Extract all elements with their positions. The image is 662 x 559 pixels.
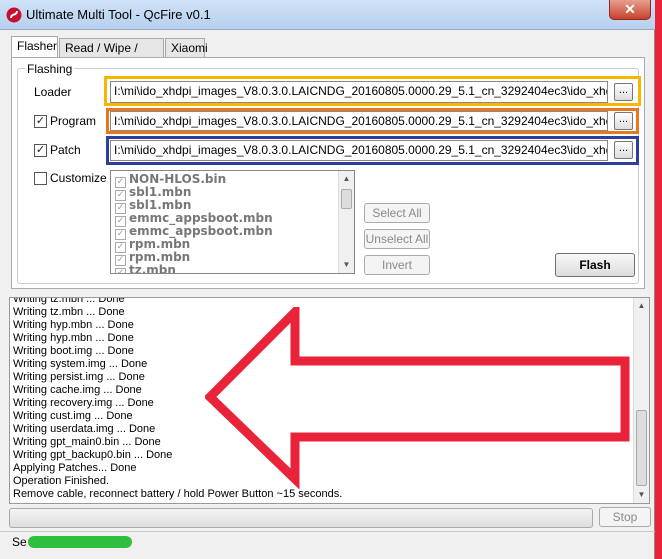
log-line: Writing persist.img ... Done xyxy=(13,371,145,383)
log-output[interactable]: Writing tz.mbn ... Done Writing tz.mbn .… xyxy=(9,297,650,504)
program-path-input[interactable]: I:\mi\ido_xhdpi_images_V8.0.3.0.LAICNDG_… xyxy=(110,111,608,131)
list-item[interactable]: ✓ tz.mbn xyxy=(115,263,176,273)
log-line: Remove cable, reconnect battery / hold P… xyxy=(13,488,343,500)
patch-label: Patch xyxy=(50,143,81,157)
log-scrollbar[interactable]: ▲ ▼ xyxy=(633,298,649,503)
program-browse-button[interactable]: ... xyxy=(614,112,633,130)
program-label: Program xyxy=(50,114,97,128)
scroll-thumb[interactable] xyxy=(636,410,647,486)
log-line: Writing recovery.img ... Done xyxy=(13,397,154,409)
log-line: Writing cache.img ... Done xyxy=(13,384,142,396)
log-line: Writing hyp.mbn ... Done xyxy=(13,332,134,344)
list-item[interactable]: ✓ sbl1.mbn xyxy=(115,185,191,201)
window-title: Ultimate Multi Tool - QcFire v0.1 xyxy=(26,7,211,22)
tab-xiaomi[interactable]: Xiaomi xyxy=(165,38,208,58)
patch-browse-button[interactable]: ... xyxy=(614,141,633,159)
list-item[interactable]: ✓ rpm.mbn xyxy=(115,250,190,266)
qcfire-logo-icon xyxy=(6,7,22,23)
loader-label: Loader xyxy=(34,85,72,99)
customize-label: Customize xyxy=(50,171,107,185)
status-text: Se xyxy=(12,535,27,549)
log-line: Writing gpt_backup0.bin ... Done xyxy=(13,449,173,461)
title-bar: Ultimate Multi Tool - QcFire v0.1 ✕ xyxy=(0,0,655,30)
flashing-group-label: Flashing xyxy=(25,62,75,76)
log-line: Operation Finished. xyxy=(13,475,109,487)
scroll-up-icon[interactable]: ▲ xyxy=(339,171,354,187)
checkmark-icon: ✓ xyxy=(35,115,46,127)
list-item[interactable]: ✓ emmc_appsboot.mbn xyxy=(115,224,273,240)
log-line: Writing hyp.mbn ... Done xyxy=(13,319,134,331)
app-window: Ultimate Multi Tool - QcFire v0.1 ✕ Flas… xyxy=(0,0,655,559)
checkmark-icon: ✓ xyxy=(35,144,46,156)
progress-bar xyxy=(9,508,593,528)
log-line: Writing userdata.img ... Done xyxy=(13,423,156,435)
partition-list[interactable]: ✓ NON-HLOS.bin ✓ sbl1.mbn ✓ sbl1.mbn ✓ emmc_… xyxy=(110,170,355,274)
log-line: Writing tz.mbn ... Done xyxy=(13,297,125,305)
close-icon: ✕ xyxy=(624,1,636,17)
scroll-up-icon[interactable]: ▲ xyxy=(634,298,649,314)
log-line: Writing system.img ... Done xyxy=(13,358,148,370)
log-line: Writing gpt_main0.bin ... Done xyxy=(13,436,161,448)
log-line: Writing boot.img ... Done xyxy=(13,345,134,357)
tab-read-wipe-frp[interactable]: Read / Wipe / FRP xyxy=(59,38,164,69)
select-all-button[interactable]: Select All xyxy=(364,203,430,223)
loader-browse-button[interactable]: ... xyxy=(614,83,633,101)
log-line: Writing tz.mbn ... Done xyxy=(13,306,125,318)
customize-checkbox[interactable] xyxy=(34,172,47,185)
flash-button[interactable]: Flash xyxy=(555,253,635,277)
unselect-all-button[interactable]: Unselect All xyxy=(364,229,430,249)
checkmark-icon: ✓ xyxy=(115,268,126,273)
loader-path-input[interactable]: I:\mi\ido_xhdpi_images_V8.0.3.0.LAICNDG_… xyxy=(110,81,608,103)
list-item[interactable]: ✓ rpm.mbn xyxy=(115,237,190,253)
patch-path-input[interactable]: I:\mi\ido_xhdpi_images_V8.0.3.0.LAICNDG_… xyxy=(110,140,608,161)
patch-checkbox[interactable]: ✓ xyxy=(34,144,47,157)
list-item[interactable]: ✓ sbl1.mbn xyxy=(115,198,191,214)
scroll-down-icon[interactable]: ▼ xyxy=(634,487,649,503)
log-line: Applying Patches... Done xyxy=(13,462,137,474)
scroll-thumb[interactable] xyxy=(341,189,352,209)
program-checkbox[interactable]: ✓ xyxy=(34,115,47,128)
list-item[interactable]: ✓ emmc_appsboot.mbn xyxy=(115,211,273,227)
list-item[interactable]: ✓ NON-HLOS.bin xyxy=(115,172,226,188)
log-line: Writing cust.img ... Done xyxy=(13,410,133,422)
partition-list-scrollbar[interactable]: ▲ ▼ xyxy=(338,171,354,273)
stop-button[interactable]: Stop xyxy=(599,507,651,527)
tab-flasher[interactable]: Flasher xyxy=(11,36,58,58)
status-bar: Se xyxy=(0,531,655,559)
close-button[interactable]: ✕ xyxy=(609,0,651,20)
status-redaction xyxy=(28,536,132,548)
invert-button[interactable]: Invert xyxy=(364,255,430,275)
scroll-down-icon[interactable]: ▼ xyxy=(339,257,354,273)
